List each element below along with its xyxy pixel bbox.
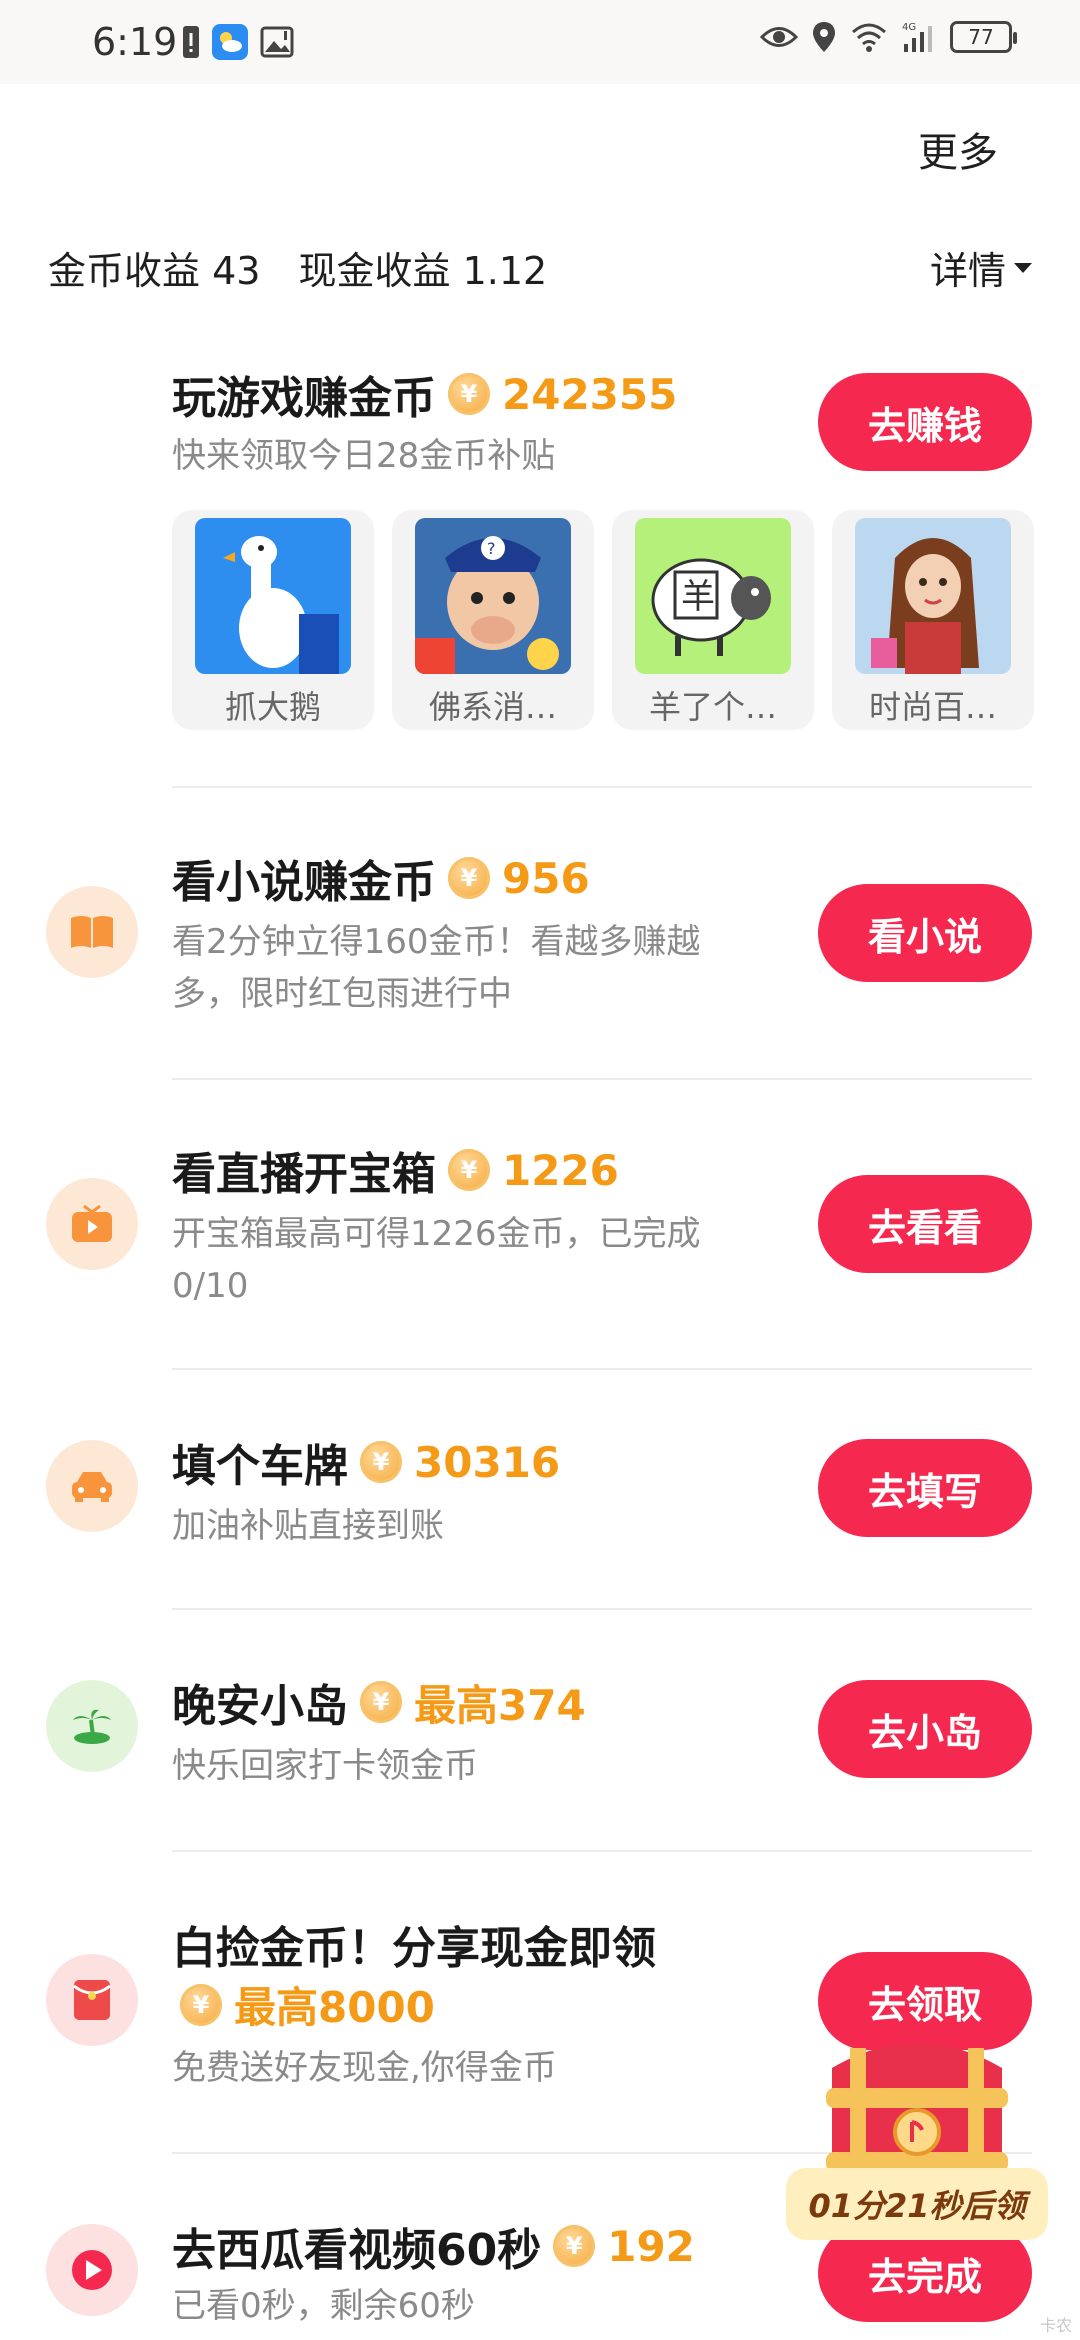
more-link[interactable]: 更多 [918,120,998,178]
island-icon [46,1680,138,1772]
task-subtitle: 开宝箱最高可得1226金币，已完成0/10 [172,1214,701,1306]
watermark: 卡农 [1039,2316,1072,2335]
eye-icon [760,24,798,50]
coin-icon: ¥ [360,1681,402,1723]
divider [172,1078,1032,1080]
fashion-game-icon [855,518,1011,674]
task-title-line: 看直播开宝箱 ¥ 1226 [172,1138,619,1202]
alert-icon [182,25,200,59]
cash-earnings: 现金收益 1.12 [298,240,547,295]
go-island-button[interactable]: 去小岛 [818,1680,1032,1778]
treasure-chest-icon [826,2043,1008,2178]
task-title: 去西瓜看视频60秒 [172,2225,542,2276]
coin-earnings: 金币收益 43 [48,240,260,295]
task-title: 晚安小岛 [172,1681,348,1732]
task-title-line: 白捡金币！分享现金即领 [172,1912,656,1976]
task-title: 白捡金币！分享现金即领 [172,1923,656,1974]
coin-icon: ¥ [553,2225,596,2267]
weather-app-icon [212,24,248,60]
sheep-game-icon: 羊 [635,518,791,674]
game-card[interactable]: 抓大鹅 [172,510,374,730]
wifi-icon [850,22,888,52]
read-novel-button[interactable]: 看小说 [818,884,1032,982]
task-title-line: 玩游戏赚金币 ¥ 242355 [172,362,677,426]
divider [172,786,1032,788]
coin-icon: ¥ [180,1983,222,2026]
task-title: 看小说赚金币 [172,857,436,908]
signal-icon: 4G [902,20,936,54]
task-reward: 最高8000 [234,1983,435,2032]
chest-timer: 01分21秒后领 [786,2168,1048,2240]
coin-icon: ¥ [448,857,490,899]
task-title-line: 晚安小岛 ¥ 最高374 [172,1670,586,1734]
earnings-summary: 金币收益 43 现金收益 1.12 [48,240,547,295]
xigua-video-icon [46,2224,138,2316]
coin-icon: ¥ [360,1441,402,1483]
cash-earnings-value: 1.12 [462,249,548,293]
task-subtitle: 免费送好友现金,你得金币 [172,2048,557,2088]
details-label: 详情 [929,249,1006,293]
task-title-line: 填个车牌 ¥ 30316 [172,1430,560,1494]
fill-in-button[interactable]: 去填写 [818,1439,1032,1537]
game-name: 佛系消… [428,688,557,726]
game-card[interactable]: 时尚百… [832,510,1034,730]
floating-treasure-chest[interactable]: 01分21秒后领 [786,2028,1048,2258]
network-type: 4G [902,22,916,33]
task-title: 玩游戏赚金币 [172,373,436,424]
task-title: 填个车牌 [172,1441,348,1492]
task-reward: 192 [607,2221,695,2271]
game-card[interactable]: 羊 羊了个… [612,510,814,730]
status-right-icons: 4G 77 [760,20,1017,54]
task-reward: 最高374 [414,1680,586,1730]
battery-level: 77 [968,25,994,49]
battery-icon: 77 [950,21,1017,53]
task-reward: 956 [502,853,590,903]
coin-icon: ¥ [448,1149,490,1191]
task-title: 看直播开宝箱 [172,1149,436,1200]
task-subtitle: 快乐回家打卡领金币 [172,1746,478,1786]
svg-text:?: ? [487,539,496,558]
task-reward: 242355 [502,369,678,419]
svg-text:羊: 羊 [681,577,715,617]
task-subtitle: 已看0秒，剩余60秒 [172,2286,475,2326]
location-icon [812,21,836,53]
divider [172,1608,1032,1610]
goose-game-icon [195,518,351,674]
coin-earnings-label: 金币收益 [48,249,201,293]
status-bar: 6:19 4G 77 [0,0,1080,84]
task-subtitle: 加油补贴直接到账 [172,1506,444,1546]
task-title-line: 去西瓜看视频60秒 ¥ 192 [172,2214,695,2278]
car-icon [46,1440,138,1532]
task-reward: 1226 [502,1145,619,1195]
game-card[interactable]: ? 佛系消… [392,510,594,730]
red-envelope-icon [46,1954,138,2046]
game-name: 时尚百… [868,688,997,726]
coin-earnings-value: 43 [212,249,261,293]
divider [172,1368,1032,1370]
task-title-line: 看小说赚金币 ¥ 956 [172,846,590,910]
game-name: 羊了个… [648,688,777,726]
image-icon [260,25,294,59]
go-watch-button[interactable]: 去看看 [818,1175,1032,1273]
game-list: 抓大鹅 ? 佛系消… 羊 羊了个… 时尚百… [172,510,1034,730]
game-name: 抓大鹅 [224,688,321,726]
cash-earnings-label: 现金收益 [298,249,451,293]
book-icon [46,886,138,978]
tv-icon [46,1178,138,1270]
caret-down-icon [1014,262,1032,273]
earn-money-button[interactable]: 去赚钱 [818,373,1032,471]
task-reward: 30316 [414,1437,561,1487]
cow-game-icon: ? [415,518,571,674]
details-dropdown[interactable]: 详情 [930,240,1032,295]
task-reward-line: ¥ 最高8000 [180,1974,435,2035]
task-subtitle: 看2分钟立得160金币！看越多赚越多，限时红包雨进行中 [172,922,701,1014]
divider [172,1850,1032,1852]
status-left-icons [182,24,294,60]
coin-icon: ¥ [448,373,490,415]
task-subtitle: 快来领取今日28金币补贴 [172,436,556,476]
status-time: 6:19 [92,20,178,64]
